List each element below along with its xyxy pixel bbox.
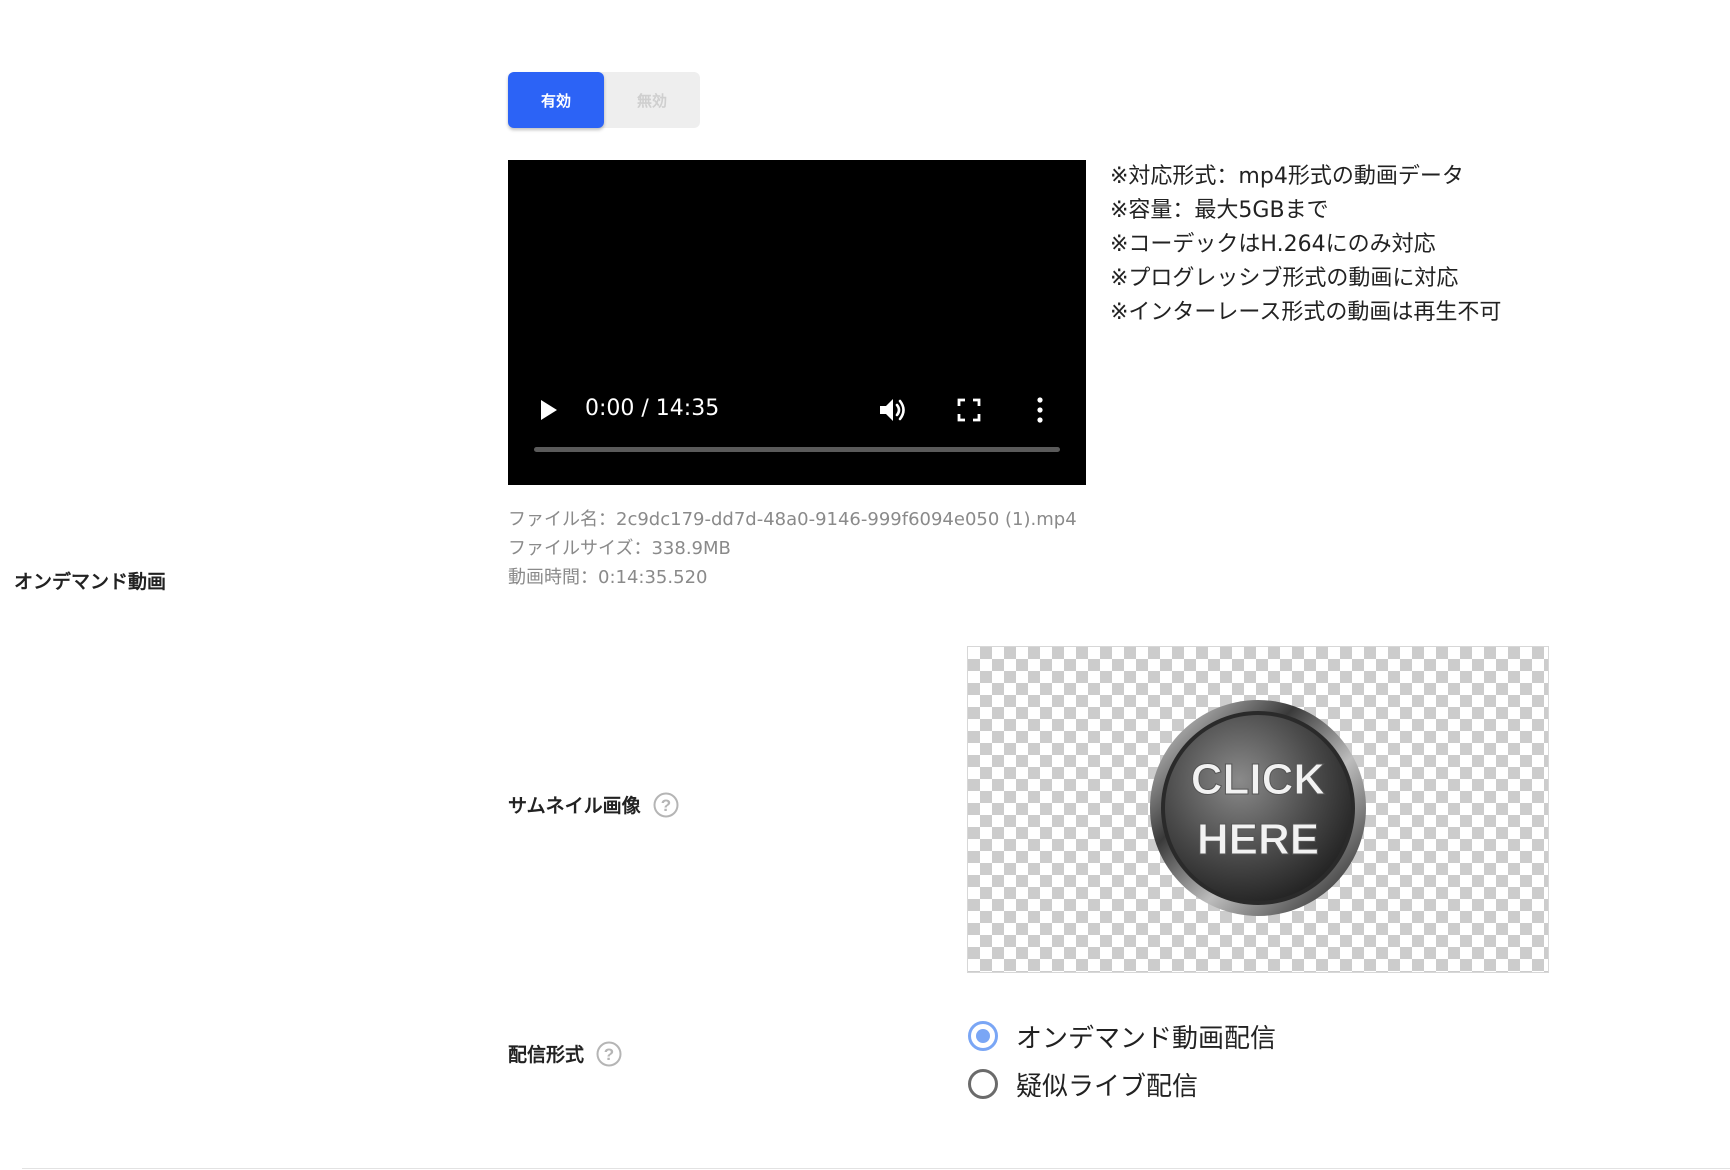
button-body: [1165, 715, 1351, 901]
upload-notes: ※対応形式：mp4形式の動画データ ※容量：最大5GBまで ※コーデックはH.2…: [1110, 160, 1501, 330]
thumbnail-field-label: サムネイル画像 ?: [508, 791, 679, 818]
radio-on-demand[interactable]: オンデマンド動画配信: [968, 1012, 1276, 1060]
thumbnail-text-line1: CLICK: [1191, 755, 1326, 804]
note-item: ※コーデックはH.264にのみ対応: [1110, 232, 1436, 257]
video-time-display: 0:00 / 14:35: [585, 396, 720, 421]
thumbnail-image[interactable]: CLICK HERE: [967, 646, 1549, 973]
toggle-enabled-button[interactable]: 有効: [508, 72, 604, 128]
radio-button-checked[interactable]: [968, 1021, 998, 1051]
play-icon[interactable]: [538, 396, 560, 424]
radio-button-unchecked[interactable]: [968, 1069, 998, 1099]
help-icon[interactable]: ?: [653, 792, 679, 818]
note-item: ※プログレッシブ形式の動画に対応: [1110, 266, 1459, 291]
file-info: ファイル名：2c9dc179-dd7d-48a0-9146-999f6094e0…: [508, 505, 1077, 592]
thumbnail-text-line2: HERE: [1197, 815, 1319, 864]
radio-label: オンデマンド動画配信: [1016, 1023, 1277, 1054]
fullscreen-icon[interactable]: [956, 396, 982, 424]
video-duration: 動画時間：0:14:35.520: [508, 567, 708, 588]
volume-icon[interactable]: [876, 394, 908, 426]
divider: [22, 1168, 1730, 1169]
note-item: ※インターレース形式の動画は再生不可: [1110, 300, 1502, 325]
thumbnail-label-text: サムネイル画像: [508, 795, 641, 817]
video-progress-bar[interactable]: [534, 447, 1060, 452]
file-size: ファイルサイズ：338.9MB: [508, 538, 731, 559]
file-name: ファイル名：2c9dc179-dd7d-48a0-9146-999f6094e0…: [508, 509, 1077, 530]
radio-pseudo-live[interactable]: 疑似ライブ配信: [968, 1060, 1276, 1108]
svg-text:?: ?: [660, 796, 670, 815]
enable-toggle: 有効 無効: [508, 72, 700, 128]
help-icon[interactable]: ?: [596, 1041, 622, 1067]
delivery-radio-group: オンデマンド動画配信 疑似ライブ配信: [968, 1012, 1276, 1108]
radio-label: 疑似ライブ配信: [1016, 1071, 1199, 1102]
delivery-label-text: 配信形式: [508, 1044, 585, 1066]
note-item: ※容量：最大5GBまで: [1110, 198, 1329, 223]
delivery-field-label: 配信形式 ?: [508, 1040, 622, 1067]
section-title-on-demand-video: オンデマンド動画: [14, 571, 167, 593]
toggle-disabled-button[interactable]: 無効: [604, 72, 700, 128]
video-player[interactable]: 0:00 / 14:35: [508, 160, 1086, 485]
svg-text:?: ?: [604, 1045, 614, 1064]
note-item: ※対応形式：mp4形式の動画データ: [1110, 164, 1464, 189]
more-options-icon[interactable]: [1035, 394, 1045, 426]
